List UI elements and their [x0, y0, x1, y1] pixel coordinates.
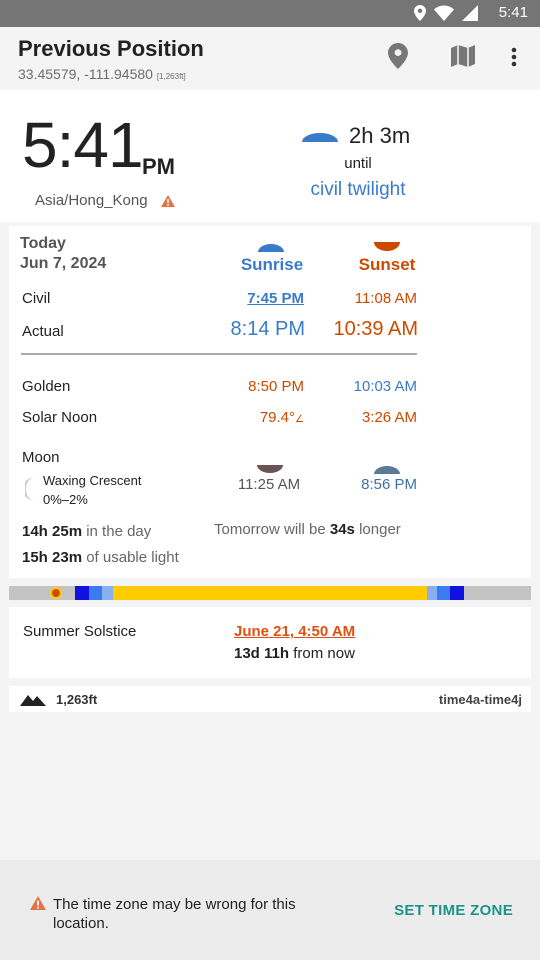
status-bar: 5:41 — [0, 0, 540, 27]
location-status-icon — [414, 5, 426, 21]
tomorrow-prefix: Tomorrow will be — [214, 521, 326, 538]
solstice-countdown-suffix: from now — [293, 645, 355, 662]
moonrise-time: 11:25 AM — [237, 476, 301, 493]
status-time: 5:41 — [498, 4, 528, 21]
golden-label: Golden — [22, 378, 71, 395]
coordinates-altitude: [1,263ft] — [156, 72, 186, 81]
timezone-snackbar: The time zone may be wrong for this loca… — [0, 860, 540, 960]
timeline-now-marker — [50, 587, 62, 599]
day-length: 14h 25m in the day — [22, 523, 151, 540]
golden-evening-time: 8:50 PM — [248, 378, 304, 395]
app-bar: Previous Position 33.45579, -111.94580 [… — [0, 27, 540, 90]
current-time-ampm: PM — [142, 154, 175, 179]
solar-noon-time: 3:26 AM — [361, 409, 417, 426]
mountain-icon — [20, 693, 46, 711]
sunset-header: Sunset — [358, 255, 416, 274]
day-length-value: 14h 25m — [22, 523, 83, 540]
civil-sunset-time: 11:08 AM — [354, 290, 417, 307]
solstice-card: Summer Solstice June 21, 4:50 AM 13d 11h… — [9, 607, 531, 678]
usable-light-value: 15h 23m — [22, 549, 83, 566]
moonset-time: 8:56 PM — [361, 476, 417, 493]
day-card: Today Jun 7, 2024 Sunrise Sunset Civil 7… — [9, 226, 531, 578]
moon-label: Moon — [22, 449, 60, 466]
map-icon[interactable] — [451, 45, 475, 72]
moon-illumination: 0%–2% — [43, 492, 88, 507]
solar-noon-label: Solar Noon — [22, 409, 98, 426]
warning-icon — [161, 194, 175, 212]
angle-icon: ∠ — [295, 414, 304, 425]
timeline-civil-segment — [102, 586, 113, 600]
timeline-civil-segment-2 — [427, 586, 437, 600]
timezone-label[interactable]: Asia/Hong_Kong — [35, 192, 148, 209]
twilight-icon — [301, 130, 339, 148]
set-time-zone-button[interactable]: SET TIME ZONE — [394, 902, 513, 919]
today-label: Today — [20, 235, 66, 252]
daylight-timeline — [9, 586, 531, 600]
solstice-countdown-value: 13d 11h — [234, 645, 290, 662]
solar-noon-angle: 79.4°∠ — [204, 409, 304, 426]
civil-sunrise-time[interactable]: 7:45 PM — [204, 290, 304, 307]
timeline-twilight-segment — [89, 586, 102, 600]
coordinates-value: 33.45579, -111.94580 — [18, 66, 153, 82]
solstice-datetime[interactable]: June 21, 4:50 AM — [234, 623, 355, 640]
countdown-duration: 2h 3m — [349, 123, 411, 148]
golden-morning-time: 10:03 AM — [353, 378, 417, 395]
countdown-until: until — [344, 155, 372, 172]
info-footer: 1,263ft time4a-time4j — [9, 686, 531, 712]
clock-card: 5:41 PM Asia/Hong_Kong 2h 3m until civil… — [0, 90, 540, 222]
tomorrow-suffix: longer — [359, 521, 401, 538]
actual-sunset-time: 10:39 AM — [333, 318, 418, 340]
timeline-night-segment-2 — [450, 586, 464, 600]
altitude-value: 1,263ft — [56, 692, 98, 707]
location-pin-icon[interactable] — [388, 43, 408, 74]
tomorrow-comparison: Tomorrow will be 34s longer — [214, 521, 401, 538]
actual-sunrise-time: 8:14 PM — [230, 318, 305, 340]
current-time: 5:41 — [22, 109, 144, 181]
day-length-suffix: in the day — [86, 523, 152, 540]
date-label: Jun 7, 2024 — [20, 255, 107, 272]
actual-label: Actual — [22, 323, 64, 340]
moon-phase-name: Waxing Crescent — [43, 473, 142, 488]
divider — [21, 353, 417, 355]
moon-phase-icon — [23, 477, 35, 506]
coordinates: 33.45579, -111.94580 [1,263ft] — [18, 66, 186, 82]
warning-icon — [30, 896, 46, 915]
countdown-event: civil twilight — [310, 179, 406, 200]
sunrise-header: Sunrise — [240, 255, 304, 274]
provider-label: time4a-time4j — [438, 692, 522, 707]
solstice-label: Summer Solstice — [23, 623, 137, 640]
usable-light-suffix: of usable light — [86, 549, 179, 566]
page-title: Previous Position — [18, 36, 204, 61]
usable-light: 15h 23m of usable light — [22, 549, 179, 566]
tomorrow-value: 34s — [329, 521, 355, 538]
signal-icon — [462, 5, 478, 21]
solstice-countdown: 13d 11h from now — [234, 645, 355, 662]
civil-label: Civil — [22, 290, 51, 307]
snackbar-message: The time zone may be wrong for this loca… — [53, 896, 296, 932]
timeline-twilight-segment-2 — [437, 586, 450, 600]
overflow-menu-icon[interactable] — [511, 47, 517, 72]
timeline-night-segment — [75, 586, 89, 600]
wifi-icon — [434, 5, 454, 21]
timeline-day-segment — [113, 586, 427, 600]
solar-noon-angle-value: 79.4° — [259, 409, 296, 426]
